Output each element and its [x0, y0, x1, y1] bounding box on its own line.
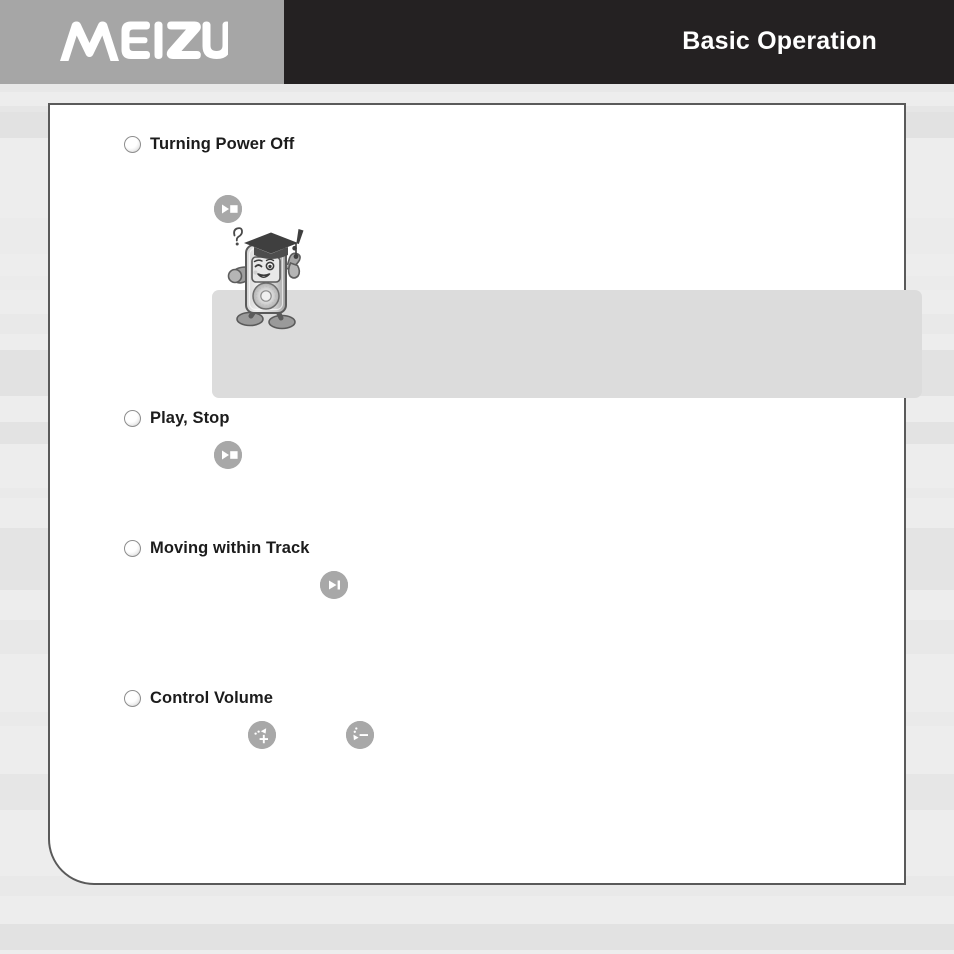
- section-turning-power-off: Turning Power Off: [124, 135, 922, 398]
- meizu-logo: [60, 21, 228, 61]
- section-heading: Moving within Track: [124, 539, 864, 558]
- section-title: Turning Power Off: [150, 135, 295, 153]
- header-logo-panel: [0, 0, 284, 84]
- section-heading: Control Volume: [124, 689, 864, 708]
- key-icon-row: [248, 721, 276, 749]
- section-moving-within-track: Moving within Track: [124, 539, 864, 599]
- play-stop-icon[interactable]: [214, 441, 242, 469]
- section-title: Moving within Track: [150, 539, 310, 557]
- key-icon-row: [346, 721, 374, 749]
- key-icon-row: [214, 441, 242, 469]
- section-bullet: [124, 690, 141, 707]
- section-title: Control Volume: [150, 689, 274, 707]
- volume-down-icon[interactable]: [346, 721, 374, 749]
- section-bullet: [124, 410, 141, 427]
- section-heading: Turning Power Off: [124, 135, 864, 154]
- manual-page: Basic Operation Turning Power Off Play, …: [0, 0, 954, 954]
- background-stripe: [0, 896, 954, 924]
- section-title: Play, Stop: [150, 409, 230, 427]
- background-stripe: [0, 84, 954, 92]
- meizu-mascot-character: [224, 215, 324, 330]
- volume-up-icon[interactable]: [248, 721, 276, 749]
- section-heading: Play, Stop: [124, 409, 864, 428]
- page-title: Basic Operation: [682, 27, 877, 55]
- page-header: Basic Operation: [0, 0, 954, 84]
- section-bullet: [124, 540, 141, 557]
- section-bullet: [124, 136, 141, 153]
- key-icon-row: [320, 571, 348, 599]
- next-track-icon[interactable]: [320, 571, 348, 599]
- background-stripe: [0, 950, 954, 954]
- section-play-stop: Play, Stop: [124, 409, 864, 469]
- section-control-volume: Control Volume: [124, 689, 864, 749]
- background-stripe: [0, 924, 954, 950]
- content-panel: Turning Power Off Play, Stop Moving with…: [48, 103, 922, 885]
- header-title-panel: Basic Operation: [284, 0, 954, 84]
